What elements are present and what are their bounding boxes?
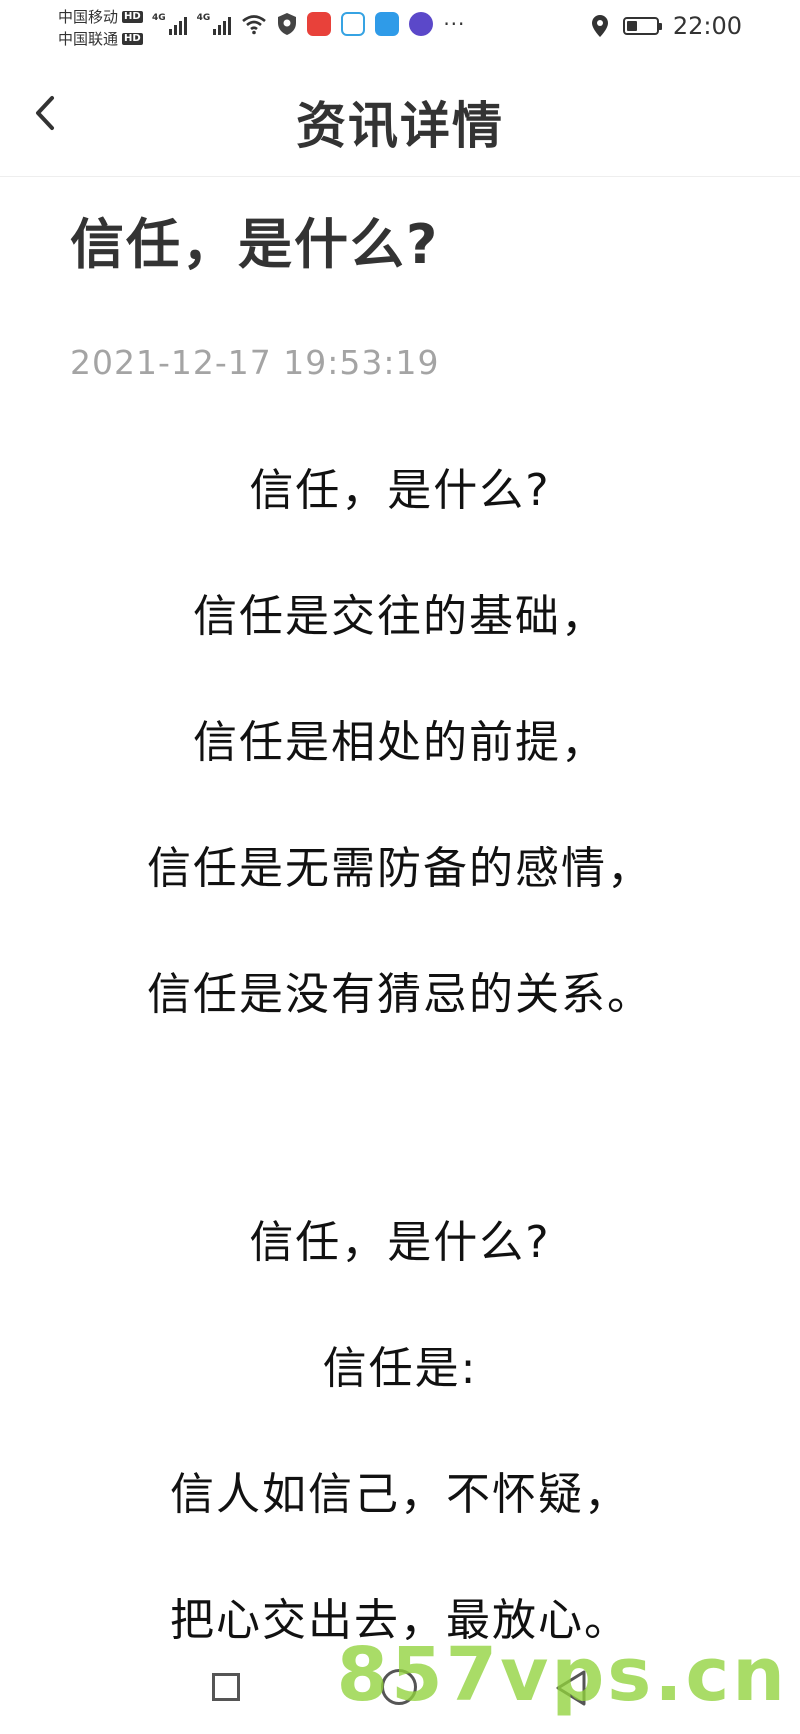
hd-badge: HD [122, 33, 143, 45]
recent-apps-button[interactable] [212, 1673, 240, 1701]
wifi-icon [242, 15, 267, 35]
location-icon [591, 15, 608, 37]
article-line: 信任是无需防备的感情， [147, 843, 653, 894]
article-line: 信任是相处的前提， [193, 717, 607, 768]
carrier-name: 中国联通 [58, 30, 119, 48]
shield-icon [278, 13, 297, 35]
carrier-row: 中国移动 HD [58, 6, 143, 28]
face-app-icon [409, 12, 434, 36]
signal-icon: 4G [152, 13, 187, 35]
article-title: 信任，是什么? [70, 213, 440, 276]
status-bar: 中国移动 HD 中国联通 HD 4G 4G ··· 22:00 [0, 0, 800, 58]
cloud-app-icon [341, 12, 366, 36]
article-line: 把心交出去，最放心。 [170, 1595, 630, 1645]
network-type: 4G [152, 13, 166, 23]
article-line: 信任是: [322, 1343, 478, 1394]
page-title: 资讯详情 [296, 97, 504, 155]
article-line: 信人如信己，不怀疑， [170, 1469, 630, 1520]
clock: 22:00 [672, 12, 742, 40]
article-body: 信任，是什么? 信任是交往的基础， 信任是相处的前提， 信任是无需防备的感情， … [0, 455, 800, 1645]
article-line: 信任是没有猜忌的关系。 [147, 969, 653, 1020]
status-icons: 4G 4G ··· [152, 12, 465, 36]
signal-icon: 4G [197, 13, 232, 35]
article-line: 信任是交往的基础， [193, 591, 607, 642]
more-icon: ··· [443, 12, 466, 36]
article-timestamp: 2021-12-17 19:53:19 [70, 343, 440, 382]
hd-badge: HD [122, 11, 143, 23]
status-right: 22:00 [591, 12, 742, 40]
app-header: 资讯详情 [0, 58, 800, 177]
battery-icon [622, 17, 662, 35]
book-app-icon [307, 12, 332, 36]
article-line: 信任，是什么? [249, 1217, 551, 1268]
article-line: 信任，是什么? [249, 465, 551, 516]
network-type: 4G [196, 13, 211, 23]
app-icon [375, 12, 400, 36]
carrier-name: 中国移动 [58, 8, 119, 26]
system-nav-bar [0, 1640, 800, 1734]
back-triangle-icon[interactable] [554, 1669, 588, 1707]
home-button[interactable] [381, 1669, 417, 1705]
carrier-row: 中国联通 HD [58, 28, 143, 50]
carrier-info: 中国移动 HD 中国联通 HD [58, 6, 143, 50]
